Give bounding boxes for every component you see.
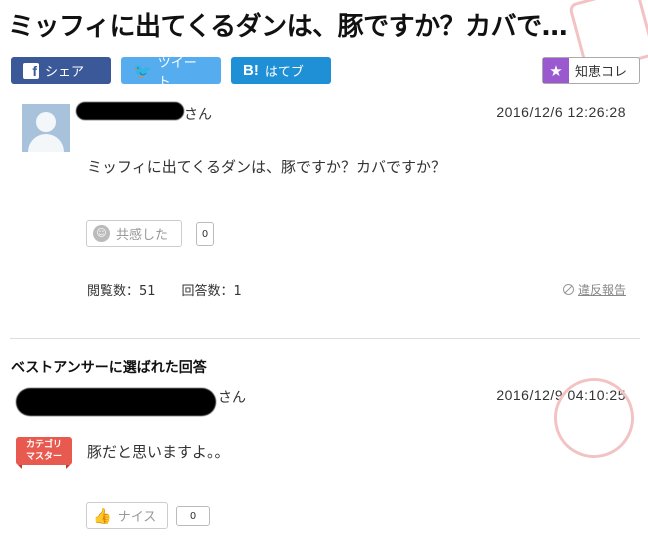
redacted-username (76, 102, 184, 120)
report-label: 違反報告 (577, 283, 626, 297)
nice-label: ナイス (117, 510, 157, 525)
share-bar: f シェア 🐦 ツイート B! はてブ (11, 55, 331, 89)
chiekore-label: 知恵コレ (575, 65, 628, 80)
answer-count: 回答数：1 (181, 284, 242, 299)
answerer-name-suffix: さん (218, 390, 246, 406)
smile-face-icon: ☺ (93, 225, 110, 242)
hatena-bookmark-button[interactable]: B! はてブ (231, 57, 331, 84)
prohibited-icon (562, 284, 574, 295)
answer-body: 豚だと思いますよ。。 (87, 443, 230, 461)
nice-button[interactable]: 👍 ナイス (86, 502, 168, 529)
facebook-share-label: シェア (45, 64, 85, 79)
question-stats: 閲覧数：51 回答数：1 (87, 280, 242, 299)
best-answer-stamp-icon (545, 369, 643, 467)
hatena-label: はてブ (264, 64, 304, 79)
best-answer-heading: ベストアンサーに選ばれた回答 (11, 360, 207, 376)
hatena-icon: B! (243, 62, 259, 79)
category-master-badge: カテゴリ マスター (16, 437, 72, 469)
question-date: 2016/12/6 12:26:28 (496, 104, 626, 120)
nice-count: 0 (176, 506, 210, 526)
redacted-answerer (16, 388, 216, 416)
facebook-icon: f (23, 62, 39, 79)
star-icon: ★ (543, 58, 569, 83)
empathy-label: 共感した (116, 228, 169, 243)
section-divider (10, 338, 640, 339)
facebook-share-button[interactable]: f シェア (11, 57, 111, 84)
report-link[interactable]: 違反報告 (562, 281, 626, 298)
empathy-button[interactable]: ☺ 共感した (86, 220, 182, 247)
view-count: 閲覧数：51 (87, 284, 156, 299)
questioner-avatar[interactable] (22, 104, 70, 152)
chiekore-button[interactable]: ★ 知恵コレ (542, 57, 640, 84)
twitter-bird-icon: 🐦 (133, 62, 152, 80)
question-title: ミッフィに出てくるダンは、豚ですか？カバで… (8, 12, 568, 42)
question-body: ミッフィに出てくるダンは、豚ですか？カバですか？ (87, 158, 446, 176)
thumbs-up-icon: 👍 (93, 506, 112, 525)
twitter-share-label: ツイート (157, 54, 197, 89)
twitter-share-button[interactable]: 🐦 ツイート (121, 55, 221, 89)
badge-line-2: マスター (25, 452, 62, 462)
empathy-count: 0 (196, 222, 214, 246)
badge-line-1: カテゴリ (25, 440, 62, 450)
questioner-name-suffix: さん (184, 107, 212, 123)
